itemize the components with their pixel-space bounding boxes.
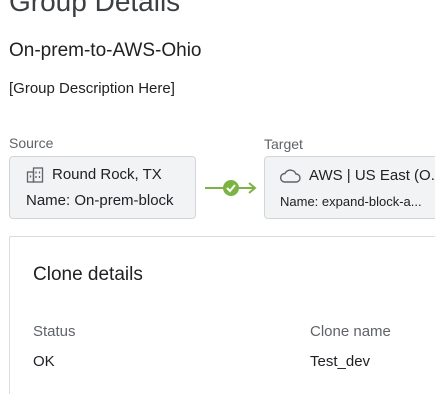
- building-icon: [26, 166, 44, 183]
- target-label: Target: [264, 136, 303, 152]
- cloud-icon: [279, 168, 301, 183]
- source-card[interactable]: Round Rock, TX Name: On-prem-block: [9, 156, 196, 219]
- status-label: Status: [33, 323, 76, 340]
- target-name: Name: expand-block-a...: [280, 194, 422, 209]
- clone-details-panel: Clone details Status OK Clone name Test_…: [9, 236, 435, 394]
- check-circle-icon: [223, 180, 239, 196]
- page-title: Group Details: [9, 0, 181, 17]
- target-card[interactable]: AWS | US East (O... Name: expand-block-a…: [264, 156, 435, 219]
- group-name: On-prem-to-AWS-Ohio: [9, 40, 202, 61]
- clone-name-label: Clone name: [310, 323, 391, 340]
- status-value: OK: [33, 353, 55, 370]
- replication-connector: [204, 178, 258, 198]
- group-description: [Group Description Here]: [9, 80, 175, 97]
- source-label: Source: [9, 135, 54, 151]
- clone-name-value: Test_dev: [310, 353, 371, 370]
- source-name: Name: On-prem-block: [26, 192, 174, 209]
- target-location: AWS | US East (O...: [309, 167, 435, 184]
- clone-details-title: Clone details: [33, 264, 143, 285]
- source-location: Round Rock, TX: [52, 166, 162, 183]
